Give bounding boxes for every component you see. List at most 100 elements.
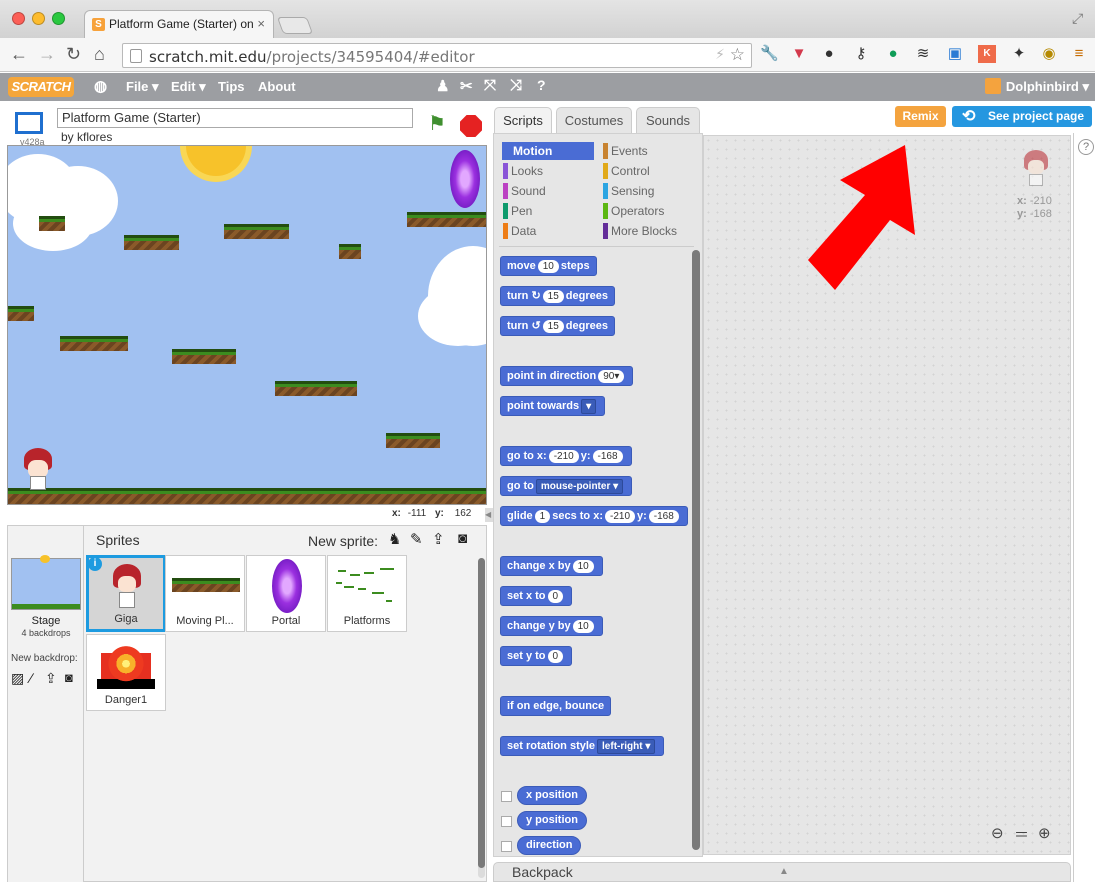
duplicate-tool-icon[interactable]: ♟ [436,77,449,95]
x-position-checkbox[interactable] [501,791,512,802]
shrink-tool-icon[interactable]: ⤨ [510,77,522,94]
block-go-to-xy[interactable]: go to x: -210 y: -168 [500,446,632,466]
value-input[interactable]: 10 [572,560,594,573]
menu-icon[interactable]: ≡ [1070,45,1088,63]
camera-sprite-icon[interactable]: ◙ [458,530,467,547]
y-input[interactable]: -168 [648,510,679,523]
block-turn-clockwise[interactable]: turn ↻ 15 degrees [500,286,615,306]
draw-backdrop-icon[interactable]: ∕ [30,670,32,686]
block-set-rotation-style[interactable]: set rotation style left-right ▾ [500,736,665,756]
hangouts-icon[interactable]: ● [884,45,902,63]
block-point-in-direction[interactable]: point in direction 90▾ [500,366,634,386]
key-icon[interactable]: ⚷ [852,45,870,63]
x-input[interactable]: -210 [548,450,579,463]
ninja-icon[interactable]: ✦ [1010,45,1028,63]
layers-icon[interactable]: ≋ [914,45,932,63]
block-go-to[interactable]: go to mouse-pointer ▾ [500,476,633,496]
sprite-tile-danger1[interactable]: Danger1 [86,634,166,711]
direction-dropdown[interactable]: 90▾ [598,370,625,383]
y-input[interactable]: -168 [592,450,623,463]
reporter-y-position[interactable]: y position [517,811,587,830]
zoom-window-button[interactable] [52,12,65,25]
block-change-y[interactable]: change y by 10 [500,616,603,636]
category-sound[interactable]: Sound [503,183,546,199]
reporter-x-position[interactable]: x position [517,786,587,805]
expand-backpack-icon[interactable]: ▲ [779,866,789,877]
category-motion[interactable]: Motion [504,143,552,159]
block-glide[interactable]: glide 1 secs to x: -210 y: -168 [500,506,688,526]
sprites-scrollbar[interactable] [478,558,485,878]
palette-scrollbar[interactable] [692,250,700,850]
close-window-button[interactable] [12,12,25,25]
tab-scripts[interactable]: Scripts [494,107,552,133]
go-to-target-dropdown[interactable]: mouse-pointer ▾ [535,479,624,494]
cut-tool-icon[interactable]: ✂ [460,77,473,95]
block-change-x[interactable]: change x by 10 [500,556,603,576]
reporter-direction[interactable]: direction [517,836,582,855]
globe-icon[interactable]: ◍ [94,77,107,95]
value-input[interactable]: 10 [572,620,594,633]
tab-costumes[interactable]: Costumes [556,107,632,133]
stage-canvas[interactable] [7,145,487,505]
pocket-icon[interactable]: ▼ [790,45,808,63]
block-move-steps[interactable]: move 10 steps [500,256,597,276]
collapse-stage-handle-icon[interactable]: ◀ [485,508,493,522]
address-bar[interactable]: scratch.mit.edu/projects/34595404/#edito… [122,43,752,68]
degrees-input[interactable]: 15 [542,290,564,303]
direction-checkbox[interactable] [501,841,512,852]
value-input[interactable]: 0 [547,590,564,603]
sprite-tile-moving-platform[interactable]: Moving Pl... [165,555,245,632]
category-events[interactable]: Events [603,143,648,159]
file-menu[interactable]: File ▾ [126,79,159,95]
sprite-tile-giga[interactable]: i Giga [86,555,166,632]
zoom-in-icon[interactable]: ⊕ [1038,824,1051,842]
green-flag-icon[interactable]: ⚑ [428,114,446,134]
fullscreen-icon[interactable]: ⤢ [1072,10,1083,27]
tab-close-icon[interactable]: × [257,16,265,31]
block-set-x[interactable]: set x to 0 [500,586,573,606]
paint-sprite-icon[interactable]: ✎ [410,530,423,548]
home-icon[interactable]: ⌂ [94,43,105,65]
stage-selector[interactable]: Stage 4 backdrops New backdrop: ▨ ∕ ⇪ ◙ [8,526,84,882]
back-icon[interactable]: ← [10,43,28,65]
rotation-style-dropdown[interactable]: left-right ▾ [597,739,656,754]
sprite-info-icon[interactable]: i [88,557,102,571]
forward-icon[interactable]: → [38,43,56,65]
category-operators[interactable]: Operators [603,203,664,219]
upload-backdrop-icon[interactable]: ⇪ [45,670,57,687]
backpack-bar[interactable]: Backpack ▲ [493,862,1071,882]
tips-menu[interactable]: Tips [218,79,245,94]
category-pen[interactable]: Pen [503,203,532,219]
camera-backdrop-icon[interactable]: ◙ [65,670,73,685]
zoom-reset-icon[interactable]: ＝ [1014,824,1029,845]
zoom-out-icon[interactable]: ⊖ [991,824,1004,842]
sprite-tile-platforms[interactable]: Platforms [327,555,407,632]
paint-backdrop-icon[interactable]: ▨ [11,670,24,687]
edit-menu[interactable]: Edit ▾ [171,79,206,95]
category-control[interactable]: Control [603,163,650,179]
x-input[interactable]: -210 [604,510,635,523]
sprite-tile-portal[interactable]: Portal [246,555,326,632]
block-if-on-edge-bounce[interactable]: if on edge, bounce [500,696,612,716]
browser-tab[interactable]: S Platform Game (Starter) on × [84,10,274,38]
category-sensing[interactable]: Sensing [603,183,654,199]
value-input[interactable]: 0 [547,650,564,663]
k-extension-icon[interactable]: K [978,45,996,63]
eye-icon[interactable]: ◉ [1040,45,1058,63]
block-turn-counterclockwise[interactable]: turn ↺ 15 degrees [500,316,615,336]
y-position-checkbox[interactable] [501,816,512,827]
category-data[interactable]: Data [503,223,536,239]
ghostery-icon[interactable]: ● [820,45,838,63]
project-title-input[interactable]: Platform Game (Starter) [57,108,413,128]
stop-icon[interactable] [460,115,482,137]
see-project-page-button[interactable]: ⟲ See project page [952,106,1092,127]
tab-sounds[interactable]: Sounds [636,107,700,133]
reload-icon[interactable]: ↻ [66,43,81,65]
screen-icon[interactable]: ▣ [946,45,964,63]
grow-tool-icon[interactable]: ⤧ [484,77,496,94]
scratch-logo[interactable]: SCRATCH [8,77,74,97]
user-menu[interactable]: Dolphinbird ▾ [1006,79,1089,95]
about-menu[interactable]: About [258,79,296,94]
block-point-towards[interactable]: point towards ▾ [500,396,606,416]
upload-sprite-icon[interactable]: ⇪ [432,530,445,548]
